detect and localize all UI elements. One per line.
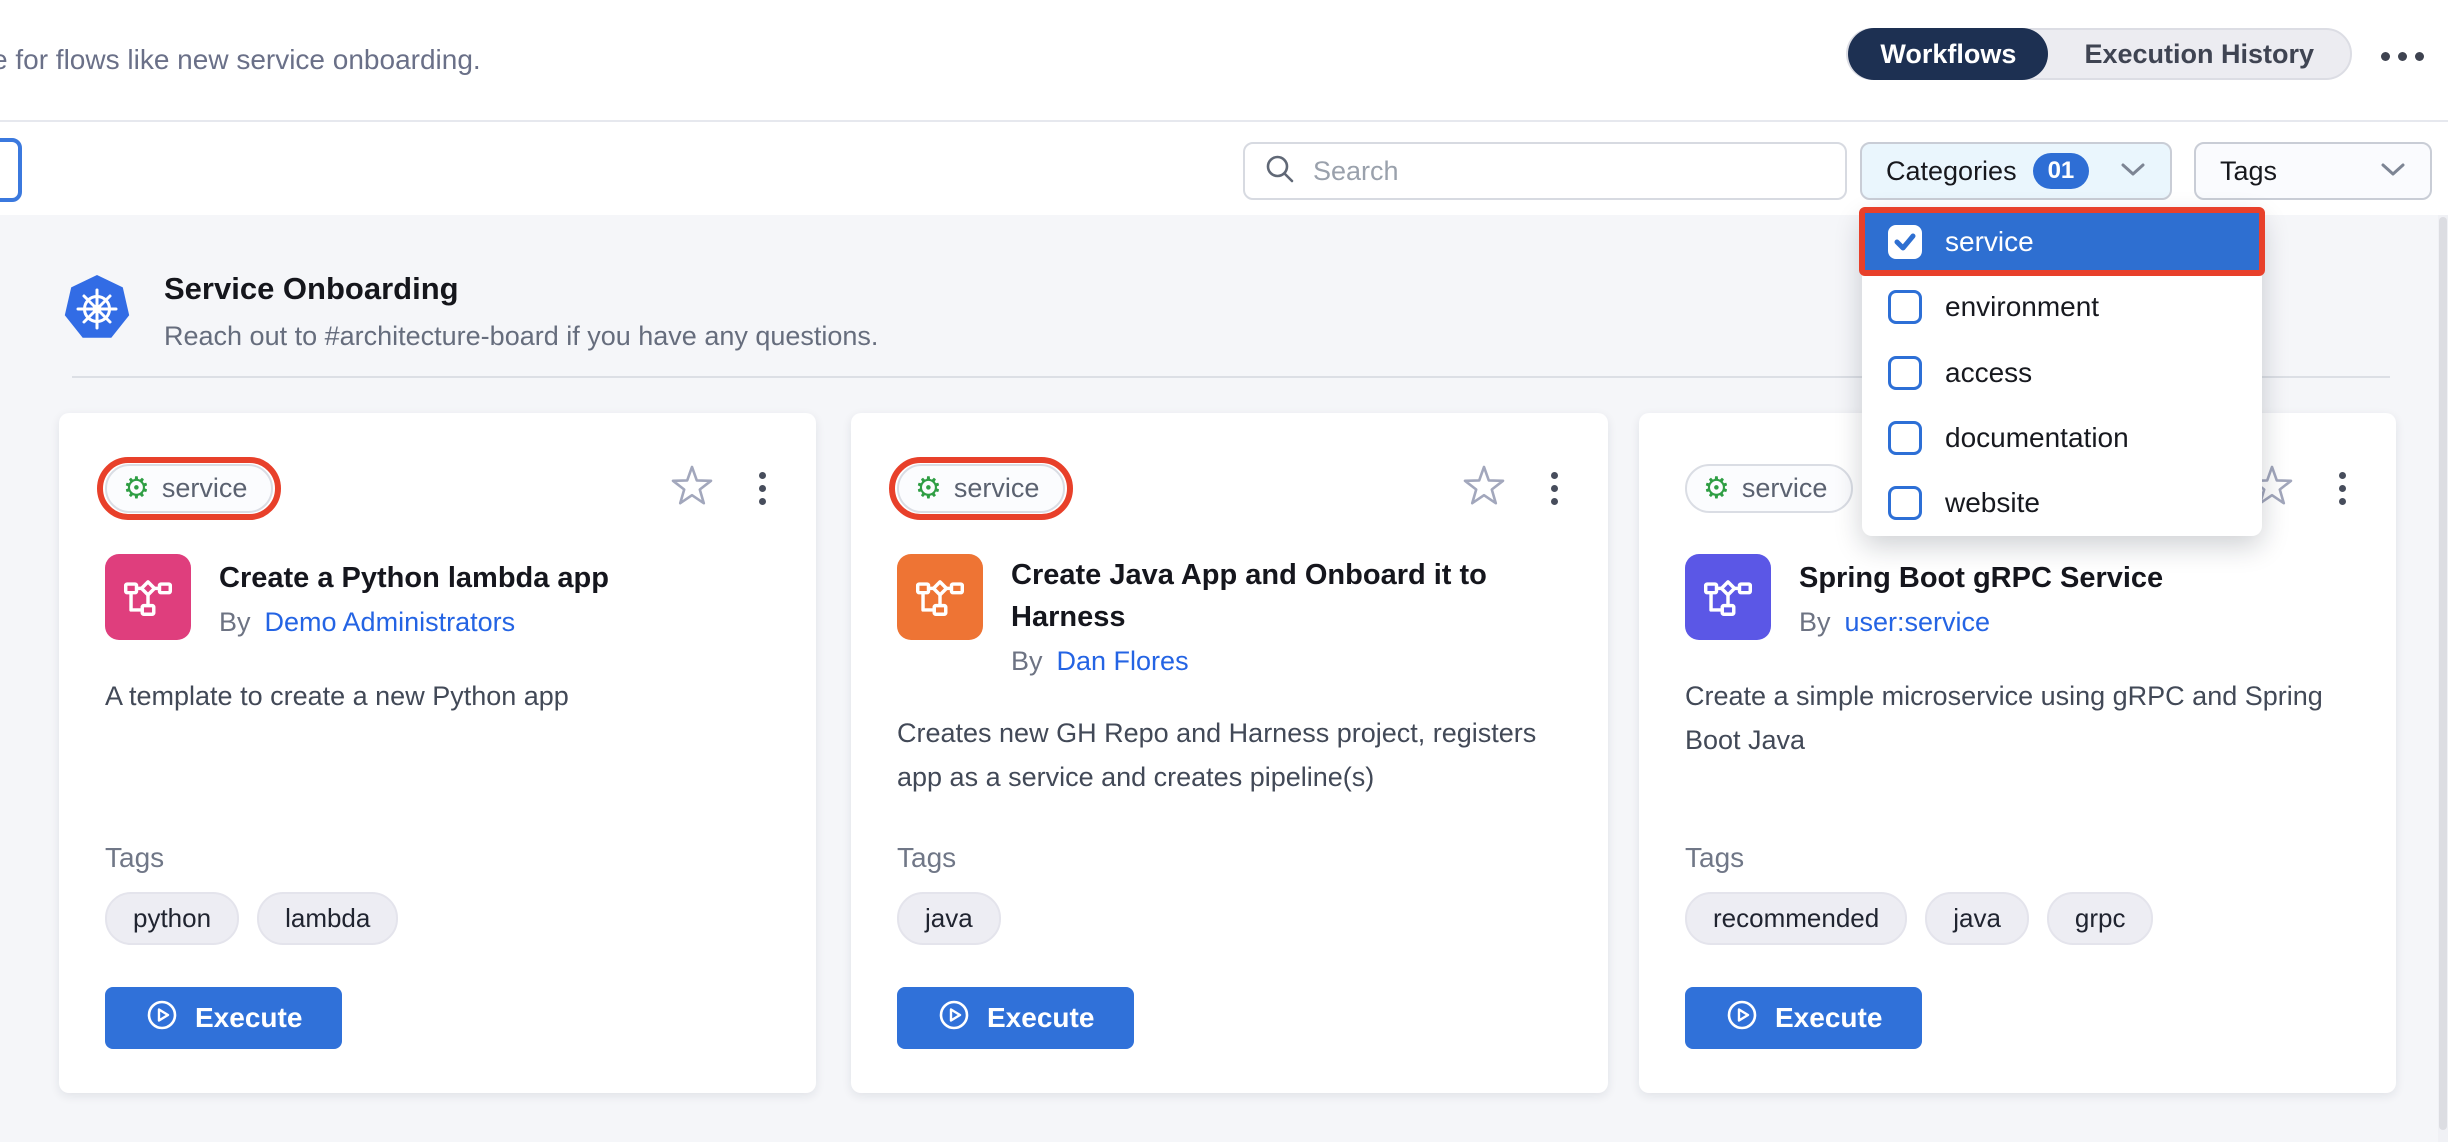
play-icon <box>937 998 971 1039</box>
dropdown-option-service[interactable]: service <box>1862 209 2262 274</box>
tag-chip: python <box>105 892 239 945</box>
tag-chip: grpc <box>2047 892 2154 945</box>
filters-toolbar: Categories 01 Tags <box>0 124 2448 215</box>
chevron-down-icon <box>2380 161 2406 182</box>
dropdown-option-environment[interactable]: environment <box>1862 274 2262 339</box>
card-title: Create a Python lambda app <box>219 557 609 599</box>
workflow-card: ⚙ service Create Java App and Onboard it… <box>851 413 1608 1093</box>
play-icon <box>145 998 179 1039</box>
checkbox-unchecked-icon[interactable] <box>1888 486 1922 520</box>
search-icon <box>1263 152 1297 191</box>
template-icon <box>897 554 983 640</box>
search-input[interactable] <box>1313 156 1827 187</box>
search-box <box>1243 142 1847 200</box>
category-chip[interactable]: ⚙ service <box>1685 464 1853 513</box>
favorite-star-icon[interactable] <box>1461 463 1507 514</box>
more-menu-icon[interactable] <box>2381 52 2424 61</box>
by-label: By <box>1011 646 1043 676</box>
card-description: Create a simple microservice using gRPC … <box>1685 674 2350 762</box>
card-menu-icon[interactable] <box>759 472 766 505</box>
tag-chip: java <box>897 892 1001 945</box>
dropdown-option-label: environment <box>1945 291 2099 323</box>
tag-chip: java <box>1925 892 2029 945</box>
execute-button[interactable]: Execute <box>1685 987 1922 1049</box>
template-icon <box>105 554 191 640</box>
checkbox-checked-icon[interactable] <box>1888 225 1922 259</box>
owner-link[interactable]: user:service <box>1845 607 1991 637</box>
execute-button-label: Execute <box>1775 1002 1882 1034</box>
tags-filter-label: Tags <box>2220 156 2277 187</box>
category-chip[interactable]: ⚙ service <box>105 464 273 513</box>
section-subtitle: Reach out to #architecture-board if you … <box>164 321 878 352</box>
section-title: Service Onboarding <box>164 271 459 307</box>
template-icon <box>1685 554 1771 640</box>
card-title: Spring Boot gRPC Service <box>1799 557 2163 599</box>
card-menu-icon[interactable] <box>1551 472 1558 505</box>
checkbox-unchecked-icon[interactable] <box>1888 421 1922 455</box>
categories-count-badge: 01 <box>2033 153 2090 189</box>
gear-icon: ⚙ <box>123 474 150 504</box>
play-icon <box>1725 998 1759 1039</box>
dropdown-option-documentation[interactable]: documentation <box>1862 405 2262 470</box>
card-description: Creates new GH Repo and Harness project,… <box>897 711 1562 799</box>
by-label: By <box>1799 607 1831 637</box>
execute-button-label: Execute <box>987 1002 1094 1034</box>
tag-chip: recommended <box>1685 892 1907 945</box>
tab-execution-history[interactable]: Execution History <box>2048 28 2350 80</box>
scrollbar-thumb[interactable] <box>2439 217 2447 1130</box>
clipped-left-button[interactable] <box>0 138 22 202</box>
owner-link[interactable]: Demo Administrators <box>265 607 516 637</box>
dropdown-option-label: website <box>1945 487 2040 519</box>
favorite-star-icon[interactable] <box>669 463 715 514</box>
checkbox-unchecked-icon[interactable] <box>1888 290 1922 324</box>
categories-filter-label: Categories <box>1886 156 2017 187</box>
view-switcher: Workflows Execution History <box>1846 28 2352 80</box>
tags-label: Tags <box>1685 842 2350 874</box>
card-title: Create Java App and Onboard it to Harnes… <box>1011 554 1562 638</box>
workflow-card: ⚙ service Create a Python lambda app <box>59 413 816 1093</box>
gear-icon: ⚙ <box>1703 474 1730 504</box>
dropdown-option-label: access <box>1945 357 2032 389</box>
tab-workflows[interactable]: Workflows <box>1848 28 2048 80</box>
categories-filter-button[interactable]: Categories 01 <box>1860 142 2172 200</box>
kubernetes-icon <box>62 273 132 348</box>
owner-link[interactable]: Dan Flores <box>1057 646 1189 676</box>
dropdown-option-label: documentation <box>1945 422 2129 454</box>
chevron-down-icon <box>2120 161 2146 182</box>
category-chip-label: service <box>1742 473 1828 504</box>
execute-button-label: Execute <box>195 1002 302 1034</box>
tag-chip: lambda <box>257 892 398 945</box>
card-description: A template to create a new Python app <box>105 674 770 718</box>
dropdown-option-label: service <box>1945 226 2034 258</box>
page-header: e for flows like new service onboarding.… <box>0 0 2448 122</box>
tags-label: Tags <box>105 842 770 874</box>
execute-button[interactable]: Execute <box>105 987 342 1049</box>
category-chip[interactable]: ⚙ service <box>897 464 1065 513</box>
dropdown-option-website[interactable]: website <box>1862 471 2262 536</box>
by-label: By <box>219 607 251 637</box>
dropdown-option-access[interactable]: access <box>1862 340 2262 405</box>
card-menu-icon[interactable] <box>2339 472 2346 505</box>
page-description-clipped: e for flows like new service onboarding. <box>0 44 481 76</box>
category-chip-label: service <box>162 473 248 504</box>
execute-button[interactable]: Execute <box>897 987 1134 1049</box>
checkbox-unchecked-icon[interactable] <box>1888 356 1922 390</box>
gear-icon: ⚙ <box>915 474 942 504</box>
tags-label: Tags <box>897 842 1562 874</box>
tags-filter-button[interactable]: Tags <box>2194 142 2432 200</box>
workflows-page: e for flows like new service onboarding.… <box>0 0 2448 1142</box>
categories-dropdown: service environment access documentation… <box>1862 209 2262 536</box>
category-chip-label: service <box>954 473 1040 504</box>
